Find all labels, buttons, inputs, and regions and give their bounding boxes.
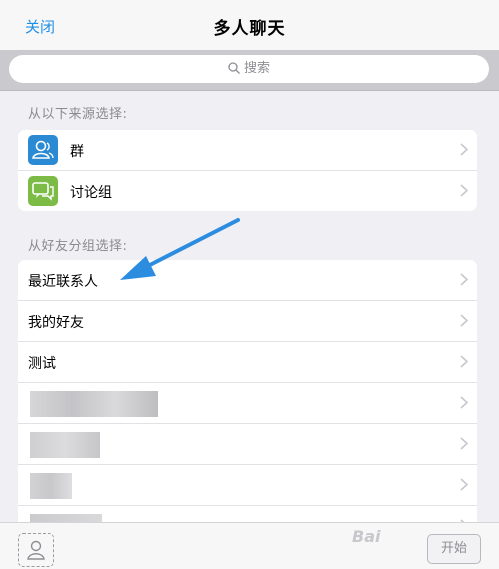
bottom-toolbar: 开始 xyxy=(0,522,499,569)
selected-member-slot[interactable] xyxy=(18,533,54,567)
page-title: 多人聊天 xyxy=(213,19,286,39)
friend-group-blurred[interactable] xyxy=(18,383,477,424)
search-placeholder: 搜索 xyxy=(243,61,270,76)
sources-section-label: 从以下来源选择: xyxy=(28,107,128,122)
chevron-right-icon xyxy=(460,143,468,156)
sources-group: 群 讨论组 xyxy=(18,130,477,211)
search-icon xyxy=(228,61,240,74)
chevron-right-icon xyxy=(460,396,468,409)
search-bar: 搜索 xyxy=(0,50,499,91)
source-item-label: 群 xyxy=(70,144,84,160)
friends-group: 最近联系人 我的好友 测试 xyxy=(18,260,477,528)
discussion-icon xyxy=(28,176,58,206)
redacted-label xyxy=(30,391,158,417)
friend-group-label: 测试 xyxy=(28,356,56,372)
chevron-right-icon xyxy=(460,355,468,368)
chevron-right-icon xyxy=(460,478,468,491)
friend-group-blurred[interactable] xyxy=(18,465,477,506)
source-item-label: 讨论组 xyxy=(70,185,112,201)
friend-group-label: 我的好友 xyxy=(28,315,84,331)
redacted-label xyxy=(30,473,72,499)
group-icon xyxy=(28,135,58,165)
redacted-label xyxy=(30,432,100,458)
search-input[interactable]: 搜索 xyxy=(9,55,489,83)
person-icon xyxy=(27,540,45,560)
friend-group-test[interactable]: 测试 xyxy=(18,342,477,383)
annotation-arrow xyxy=(120,218,240,280)
friend-group-recent[interactable]: 最近联系人 xyxy=(18,260,477,301)
friend-group-label: 最近联系人 xyxy=(28,274,98,290)
friend-group-blurred[interactable] xyxy=(18,424,477,465)
chevron-right-icon xyxy=(460,184,468,197)
source-item-group[interactable]: 群 xyxy=(18,130,477,171)
chevron-right-icon xyxy=(460,437,468,450)
friend-group-my-friends[interactable]: 我的好友 xyxy=(18,301,477,342)
start-button[interactable]: 开始 xyxy=(427,534,481,564)
watermark: Bai xyxy=(352,527,381,546)
source-item-discussion[interactable]: 讨论组 xyxy=(18,171,477,211)
chevron-right-icon xyxy=(460,314,468,327)
chevron-right-icon xyxy=(460,273,468,286)
navigation-bar: 关闭 多人聊天 xyxy=(0,0,499,51)
